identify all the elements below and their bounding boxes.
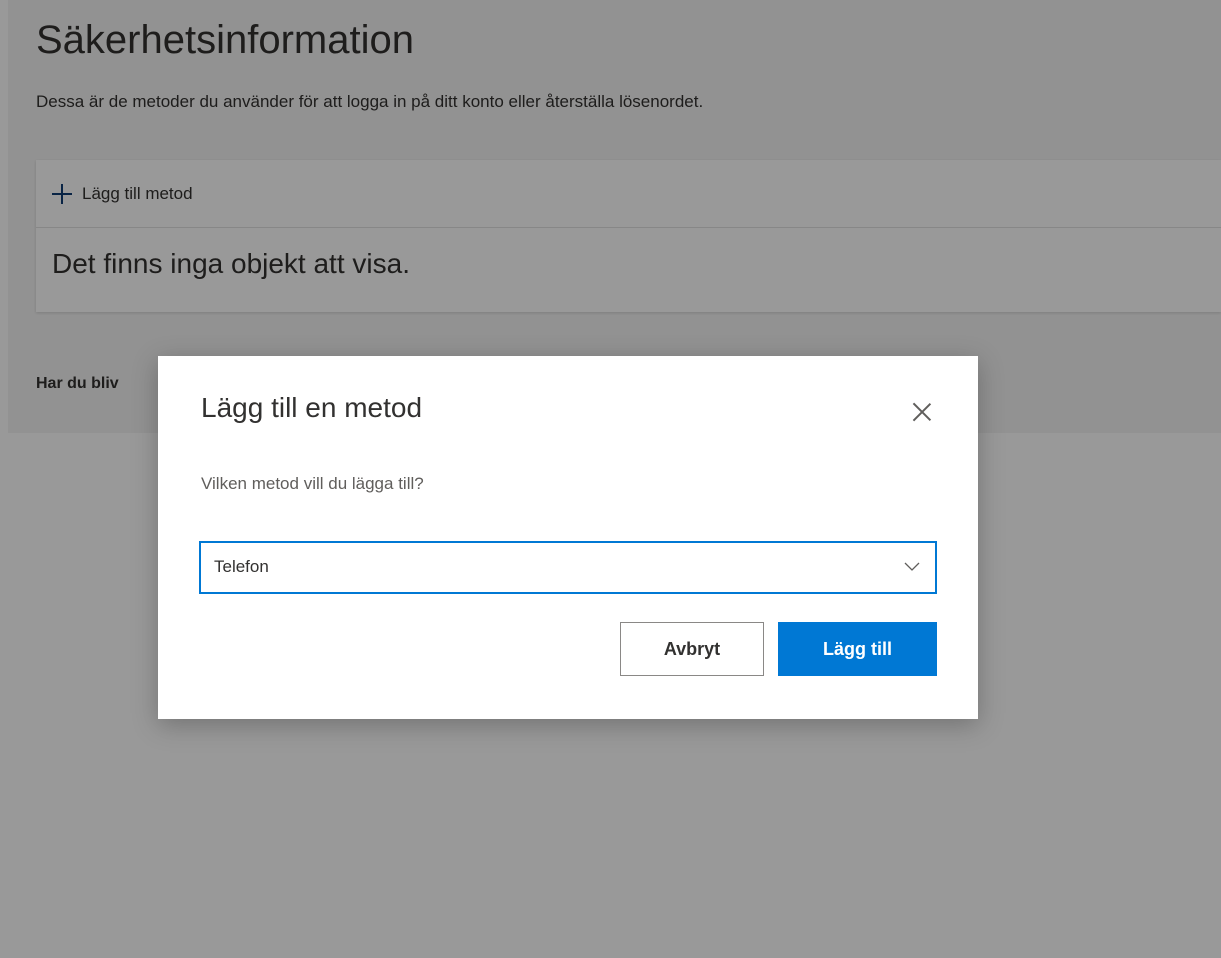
close-button[interactable] [906, 396, 938, 428]
dialog-question: Vilken metod vill du lägga till? [201, 474, 424, 493]
cancel-button[interactable]: Avbryt [620, 622, 764, 676]
dialog-title: Lägg till en metod [201, 392, 423, 423]
method-select-value: Telefon [214, 557, 269, 576]
add-method-dialog: Lägg till en metod Vilken metod vill du … [158, 356, 978, 719]
close-icon [912, 402, 932, 422]
method-select[interactable]: Telefon [199, 541, 937, 594]
chevron-down-icon [903, 557, 921, 575]
add-button[interactable]: Lägg till [778, 622, 937, 676]
